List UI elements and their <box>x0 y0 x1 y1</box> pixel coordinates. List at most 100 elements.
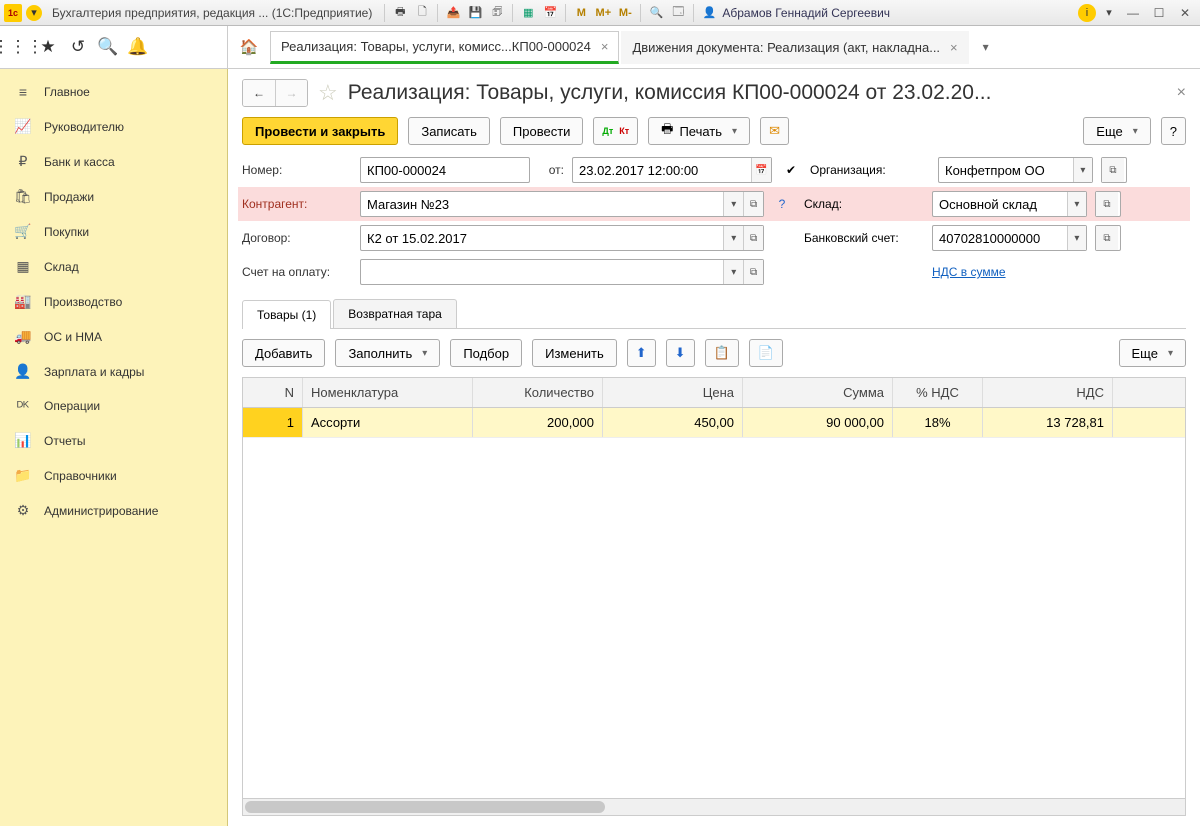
sidebar-item-catalogs[interactable]: 📁Справочники <box>0 458 227 493</box>
col-quantity[interactable]: Количество <box>473 378 603 407</box>
search-icon[interactable]: 🔍 <box>98 37 118 57</box>
sidebar-item-assets[interactable]: 🚚ОС и НМА <box>0 319 227 354</box>
dropdown-icon[interactable]: ▾ <box>1067 226 1086 250</box>
cell-vat-percent[interactable]: 18% <box>893 408 983 437</box>
zoom-icon[interactable]: 🔍 <box>647 4 665 22</box>
post-button[interactable]: Провести <box>500 117 584 145</box>
forward-button[interactable]: → <box>275 80 307 106</box>
number-field[interactable] <box>360 157 530 183</box>
app-menu-dropdown-icon[interactable]: ▾ <box>26 5 42 21</box>
memory-m-button[interactable]: M <box>572 4 590 22</box>
col-sum[interactable]: Сумма <box>743 378 893 407</box>
post-and-close-button[interactable]: Провести и закрыть <box>242 117 398 145</box>
cell-quantity[interactable]: 200,000 <box>473 408 603 437</box>
warehouse-open-button[interactable]: ⧉ <box>1095 191 1121 217</box>
counterparty-help-icon[interactable]: ? <box>772 197 792 211</box>
paste-button[interactable]: 📄 <box>749 339 783 367</box>
copy-button[interactable]: 📋 <box>705 339 739 367</box>
fill-button[interactable]: Заполнить <box>335 339 440 367</box>
sidebar-item-main[interactable]: ≡Главное <box>0 75 227 109</box>
warehouse-input[interactable] <box>933 197 1067 212</box>
open-icon[interactable]: ⧉ <box>743 192 763 216</box>
sidebar-item-sales[interactable]: 🛍Продажи <box>0 179 227 214</box>
contract-input[interactable] <box>361 231 723 246</box>
apps-icon[interactable]: ⋮⋮⋮ <box>8 37 28 57</box>
compare-icon[interactable]: 🗊 <box>488 4 506 22</box>
sidebar-item-admin[interactable]: ⚙Администрирование <box>0 493 227 528</box>
date-field[interactable]: 📅 <box>572 157 772 183</box>
col-n[interactable]: N <box>243 378 303 407</box>
current-user[interactable]: Абрамов Геннадий Сергеевич <box>722 6 890 20</box>
calculator-icon[interactable]: ▦ <box>519 4 537 22</box>
calendar-button-icon[interactable]: 📅 <box>751 158 771 182</box>
back-button[interactable]: ← <box>243 80 275 106</box>
invoice-input[interactable] <box>361 265 723 280</box>
move-down-button[interactable]: ⬇ <box>666 339 695 367</box>
col-price[interactable]: Цена <box>603 378 743 407</box>
open-icon[interactable]: ⧉ <box>743 260 763 284</box>
tab-movements[interactable]: Движения документа: Реализация (акт, нак… <box>621 31 968 64</box>
date-input[interactable] <box>573 163 751 178</box>
status-ok-icon[interactable]: ✔ <box>780 163 802 177</box>
more-button[interactable]: Еще <box>1083 117 1150 145</box>
sidebar-item-manager[interactable]: 📈Руководителю <box>0 109 227 144</box>
dropdown-icon[interactable]: ▾ <box>723 226 743 250</box>
notifications-icon[interactable]: 🔔 <box>128 37 148 57</box>
vat-mode-link[interactable]: НДС в сумме <box>932 265 1006 279</box>
sidebar-item-warehouse[interactable]: ▦Склад <box>0 249 227 284</box>
sidebar-item-reports[interactable]: 📊Отчеты <box>0 423 227 458</box>
close-page-icon[interactable]: × <box>1177 84 1186 102</box>
sidebar-item-hr[interactable]: 👤Зарплата и кадры <box>0 354 227 389</box>
sidebar-item-bank[interactable]: ₽Банк и касса <box>0 144 227 179</box>
tabs-menu-button[interactable]: ▾ <box>971 40 1001 54</box>
dropdown-icon[interactable]: ▾ <box>1067 192 1086 216</box>
edit-button[interactable]: Изменить <box>532 339 617 367</box>
dtkt-button[interactable]: ДтКт <box>593 117 638 145</box>
print-icon[interactable]: 🖶 <box>391 4 409 22</box>
org-input[interactable] <box>939 163 1073 178</box>
col-nomenclature[interactable]: Номенклатура <box>303 378 473 407</box>
col-vat-percent[interactable]: % НДС <box>893 378 983 407</box>
email-button[interactable]: ✉ <box>760 117 789 145</box>
close-button[interactable]: ✕ <box>1174 6 1196 20</box>
table-row[interactable]: 1 Ассорти 200,000 450,00 90 000,00 18% 1… <box>243 408 1185 438</box>
contract-field[interactable]: ▾ ⧉ <box>360 225 764 251</box>
col-vat[interactable]: НДС <box>983 378 1113 407</box>
bank-field[interactable]: ▾ <box>932 225 1087 251</box>
info-dropdown-icon[interactable]: ▾ <box>1100 4 1118 22</box>
bank-open-button[interactable]: ⧉ <box>1095 225 1121 251</box>
favorite-toggle-icon[interactable]: ☆ <box>318 80 338 106</box>
print-button[interactable]: 🖶Печать <box>648 117 750 145</box>
bank-input[interactable] <box>933 231 1067 246</box>
info-icon[interactable]: i <box>1078 4 1096 22</box>
cell-sum[interactable]: 90 000,00 <box>743 408 893 437</box>
cell-n[interactable]: 1 <box>243 408 303 437</box>
open-icon[interactable]: ⧉ <box>1096 192 1118 216</box>
org-field[interactable]: ▾ <box>938 157 1093 183</box>
dropdown-icon[interactable]: ▾ <box>723 260 743 284</box>
close-tab-icon[interactable]: × <box>601 39 609 54</box>
sidebar-item-operations[interactable]: ᴰᴷОперации <box>0 389 227 423</box>
options-icon[interactable]: 🗔 <box>669 4 687 22</box>
export-icon[interactable]: 📤 <box>444 4 462 22</box>
tab-realization[interactable]: Реализация: Товары, услуги, комисс...КП0… <box>270 31 619 64</box>
dropdown-icon[interactable]: ▾ <box>723 192 743 216</box>
tab-tare[interactable]: Возвратная тара <box>333 299 457 328</box>
horizontal-scrollbar[interactable] <box>243 798 1185 815</box>
number-input[interactable] <box>361 163 529 178</box>
counterparty-input[interactable] <box>361 197 723 212</box>
close-tab-icon[interactable]: × <box>950 40 958 55</box>
cell-vat[interactable]: 13 728,81 <box>983 408 1113 437</box>
open-icon[interactable]: ⧉ <box>1102 158 1124 182</box>
maximize-button[interactable]: ☐ <box>1148 6 1170 20</box>
move-up-button[interactable]: ⬆ <box>627 339 656 367</box>
tab-goods[interactable]: Товары (1) <box>242 300 331 329</box>
table-more-button[interactable]: Еще <box>1119 339 1186 367</box>
counterparty-field[interactable]: ▾ ⧉ <box>360 191 764 217</box>
save-button[interactable]: Записать <box>408 117 490 145</box>
cell-nomenclature[interactable]: Ассорти <box>303 408 473 437</box>
add-row-button[interactable]: Добавить <box>242 339 325 367</box>
preview-icon[interactable]: 🗋 <box>413 4 431 22</box>
sidebar-item-production[interactable]: 🏭Производство <box>0 284 227 319</box>
calendar-icon[interactable]: 📅 <box>541 4 559 22</box>
